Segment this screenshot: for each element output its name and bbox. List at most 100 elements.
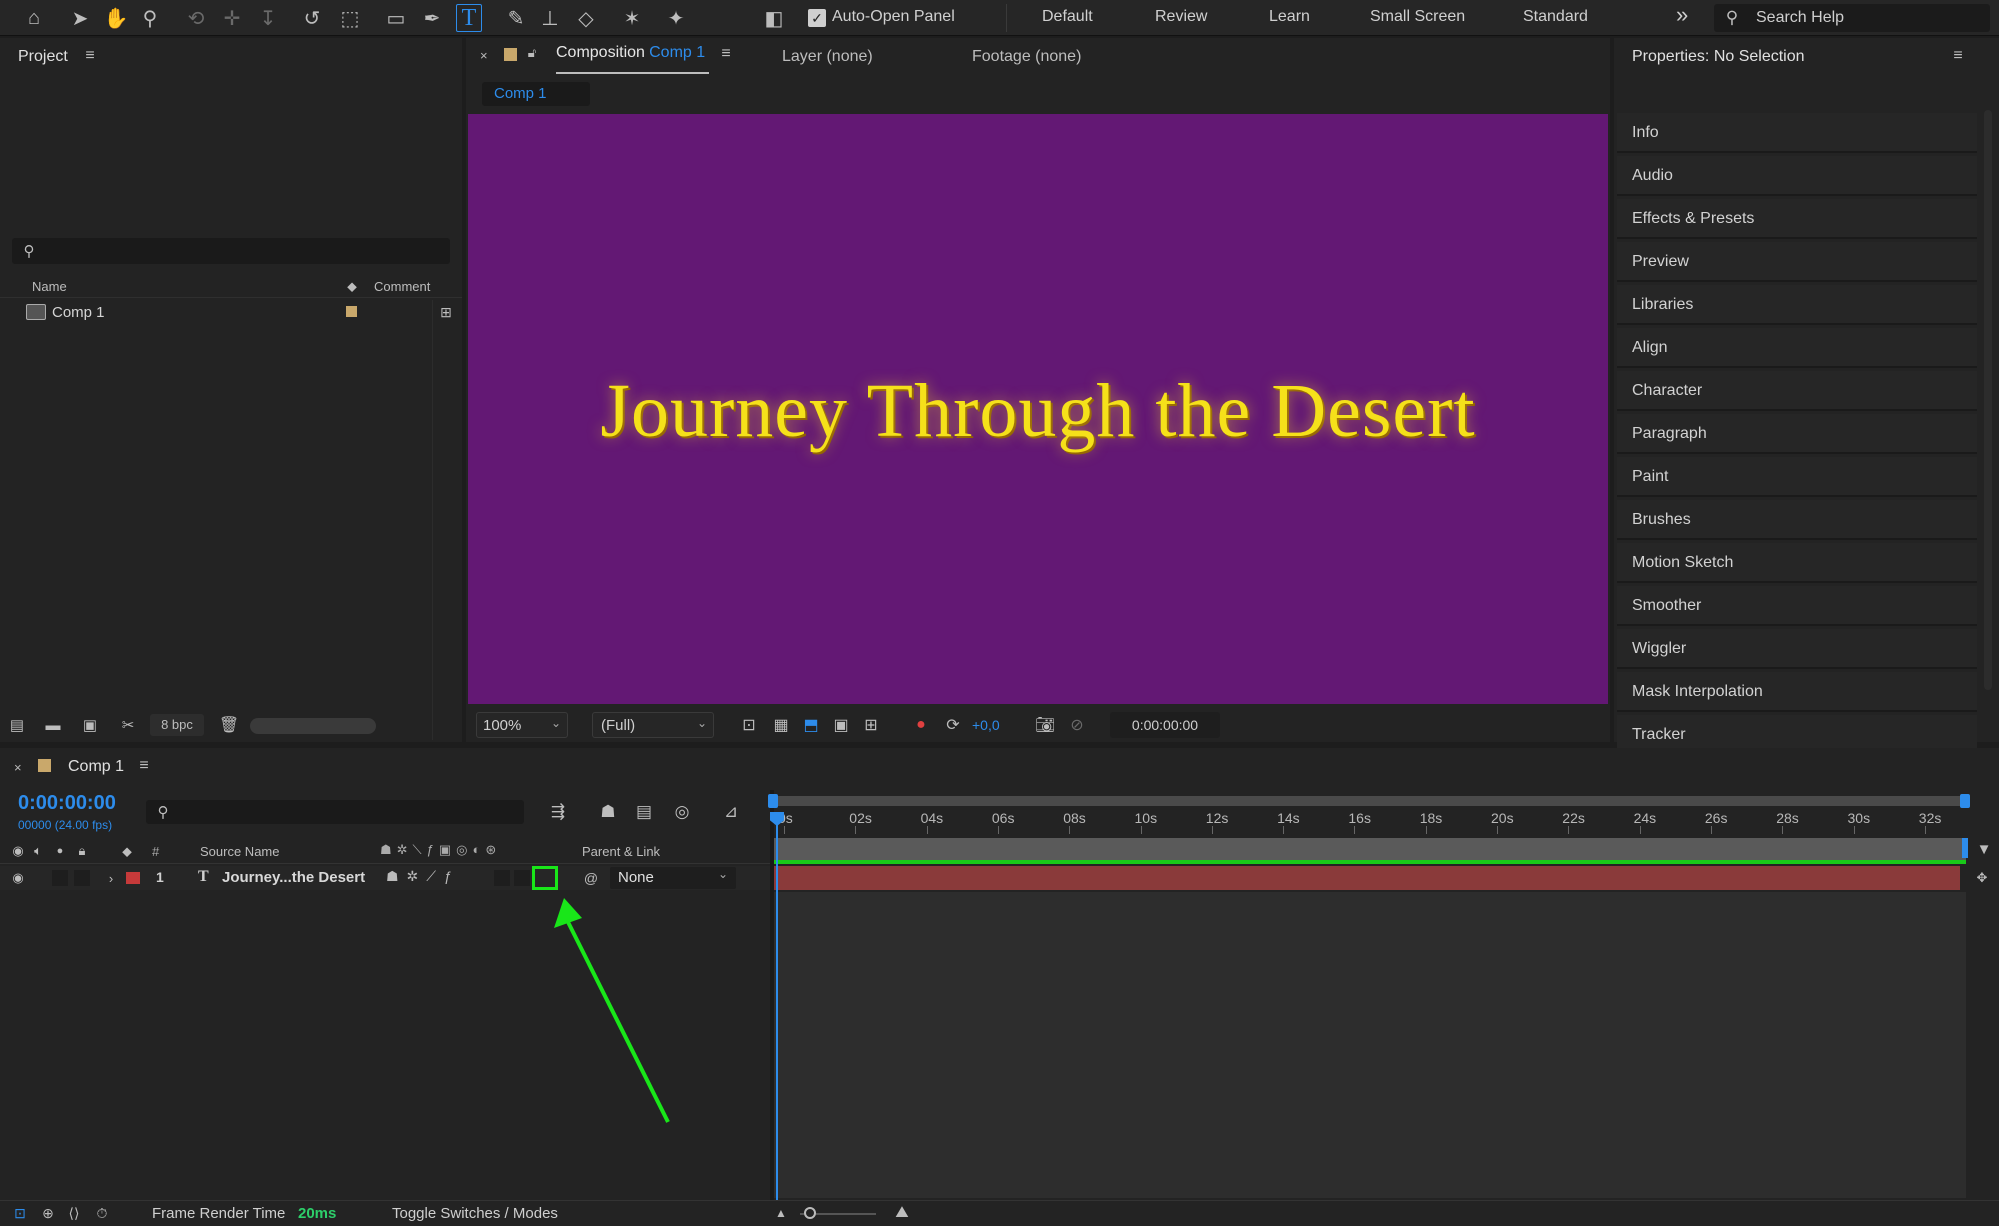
comp-button-icon[interactable]: ▼ (1974, 838, 1994, 860)
transparency-grid-icon[interactable]: ▦ (770, 714, 792, 736)
show-snapshot-icon[interactable]: ⊘ (1066, 714, 1088, 736)
layer-source-name[interactable]: Journey...the Desert (222, 869, 365, 886)
audio-speaker-icon[interactable]: 🔈︎ (30, 842, 46, 860)
layer-visibility-eye-icon[interactable]: ◉ (10, 869, 26, 887)
layer-pin-icon[interactable]: ✥ (1972, 868, 1992, 888)
zoom-in-mountain-icon[interactable]: ⛰ (890, 1203, 914, 1223)
properties-menu-icon[interactable]: ≡ (1948, 46, 1968, 66)
panel-item-preview[interactable]: Preview (1617, 242, 1977, 282)
in-out-toggle-icon[interactable]: ⟨⟩ (64, 1203, 84, 1223)
comp-menu-icon[interactable]: ≡ (716, 44, 736, 64)
timeline-search-input[interactable]: ⚲ (146, 800, 524, 824)
snapshot-camera-icon[interactable]: 📷︎ (1034, 714, 1056, 736)
pan-behind-tool-icon[interactable]: ⬚ (338, 4, 362, 32)
zoom-out-mountain-icon[interactable]: ▲ (772, 1203, 790, 1223)
exposure-value[interactable]: +0,0 (972, 717, 1000, 733)
orbit-tool-icon[interactable]: ⟲ (184, 4, 208, 32)
close-timeline-tab-icon[interactable]: × (14, 760, 22, 775)
puppet-tool-icon[interactable]: ✦ (664, 4, 688, 32)
panel-toggle-icon[interactable]: ◧ (762, 4, 786, 32)
lock-column-icon[interactable]: 🔒︎ (74, 842, 90, 860)
work-area-bar[interactable] (774, 796, 1966, 806)
panel-item-mask-interpolation[interactable]: Mask Interpolation (1617, 672, 1977, 712)
new-folder-icon[interactable]: ▬ (42, 714, 64, 736)
panel-item-character[interactable]: Character (1617, 371, 1977, 411)
transfer-controls-toggle-icon[interactable]: ⊕ (38, 1203, 58, 1223)
layer-3d-switch[interactable] (494, 870, 510, 886)
rectangle-tool-icon[interactable]: ▭ (384, 4, 408, 32)
panel-item-libraries[interactable]: Libraries (1617, 285, 1977, 325)
project-panel-title[interactable]: Project (18, 48, 68, 66)
mask-visibility-icon[interactable]: ⬒ (800, 714, 822, 736)
panel-item-brushes[interactable]: Brushes (1617, 500, 1977, 540)
layer-audio-toggle[interactable] (52, 870, 68, 886)
frame-blending-icon[interactable]: ▤ (632, 800, 656, 824)
column-name[interactable]: Name (32, 279, 67, 294)
layer-switches-toggle-icon[interactable]: ⊡ (10, 1203, 30, 1223)
tab-composition[interactable]: Composition Comp 1 (556, 44, 710, 74)
work-area-start-handle[interactable] (768, 794, 778, 808)
flowchart-icon[interactable]: ⊞ (436, 302, 456, 322)
video-eye-icon[interactable]: ◉ (10, 842, 26, 860)
timeline-zoom-handle[interactable] (804, 1207, 816, 1219)
panel-item-paragraph[interactable]: Paragraph (1617, 414, 1977, 454)
close-tab-icon[interactable]: × (480, 48, 488, 63)
timeline-comp-tab[interactable]: Comp 1 (68, 758, 124, 776)
layer-duration-bar[interactable] (774, 866, 1960, 890)
label-column-icon[interactable]: ⬥ (118, 842, 136, 860)
reset-exposure-icon[interactable]: ⟳ (942, 714, 964, 736)
column-comment[interactable]: Comment (374, 279, 430, 294)
resolution-dropdown[interactable]: (Full) ⌄ (592, 712, 714, 738)
project-search-input[interactable]: ⚲ (12, 238, 450, 264)
panel-item-paint[interactable]: Paint (1617, 457, 1977, 497)
panel-item-audio[interactable]: Audio (1617, 156, 1977, 196)
tab-layer[interactable]: Layer (none) (782, 48, 873, 66)
hand-tool-icon[interactable]: ✋ (104, 4, 129, 32)
workspace-learn[interactable]: Learn (1269, 8, 1310, 26)
column-parent-link[interactable]: Parent & Link (582, 844, 660, 859)
composition-mini-flowchart-icon[interactable]: ⇶ (546, 800, 570, 824)
project-scrollbar[interactable] (250, 718, 376, 734)
comp-breadcrumb[interactable]: Comp 1 (482, 82, 590, 106)
panel-item-effects-presets[interactable]: Effects & Presets (1617, 199, 1977, 239)
motion-blur-icon[interactable]: ◎ (670, 800, 694, 824)
label-tag-icon[interactable]: ⬥ (342, 276, 362, 296)
project-item-row[interactable]: Comp 1 ⊞ (0, 300, 462, 324)
more-workspaces-button[interactable]: » (1676, 2, 1688, 28)
timeline-current-time[interactable]: 0:00:00:00 (18, 792, 116, 815)
clone-stamp-tool-icon[interactable]: ⊥ (538, 4, 562, 32)
new-composition-icon[interactable]: ▣ (78, 714, 102, 736)
project-item-label-swatch[interactable] (346, 306, 357, 317)
home-icon[interactable]: ⌂ (20, 4, 48, 32)
shy-layers-icon[interactable]: ☗ (596, 800, 620, 824)
trash-icon[interactable]: 🗑 (218, 714, 240, 736)
type-tool-icon[interactable]: T (456, 4, 482, 32)
color-channels-icon[interactable]: ● (910, 714, 932, 736)
eraser-tool-icon[interactable]: ◇ (574, 4, 598, 32)
properties-scrollbar[interactable] (1984, 110, 1992, 690)
search-help-field[interactable]: ⚲ Search Help (1714, 4, 1990, 32)
dolly-tool-icon[interactable]: ↧ (256, 4, 280, 32)
current-time-indicator[interactable] (776, 812, 778, 1200)
grid-guides-icon[interactable]: ⊞ (860, 714, 882, 736)
panel-item-info[interactable]: Info (1617, 113, 1977, 153)
bit-depth-button[interactable]: 8 bpc (150, 714, 204, 736)
panel-item-smoother[interactable]: Smoother (1617, 586, 1977, 626)
workspace-review[interactable]: Review (1155, 8, 1207, 26)
viewer-timecode[interactable]: 0:00:00:00 (1110, 712, 1220, 738)
expand-chevron-icon[interactable]: › (104, 868, 118, 888)
lock-icon[interactable]: 🔓︎ (524, 44, 540, 62)
zoom-dropdown[interactable]: 100% ⌄ (476, 712, 568, 738)
layer-switch-icons[interactable]: ☗✲⟋ƒ (386, 868, 460, 885)
panel-item-wiggler[interactable]: Wiggler (1617, 629, 1977, 669)
work-area-end-handle[interactable] (1960, 794, 1970, 808)
solo-icon[interactable]: ● (52, 842, 68, 860)
composition-canvas[interactable]: Journey Through the Desert (468, 114, 1608, 704)
workspace-default[interactable]: Default (1042, 8, 1093, 26)
region-of-interest-icon[interactable]: ▣ (830, 714, 852, 736)
comp-end-marker[interactable] (1962, 838, 1968, 858)
toggle-switches-modes-button[interactable]: Toggle Switches / Modes (392, 1205, 558, 1222)
panel-item-align[interactable]: Align (1617, 328, 1977, 368)
canvas-title-text[interactable]: Journey Through the Desert (600, 368, 1475, 455)
workspace-standard[interactable]: Standard (1523, 8, 1588, 26)
